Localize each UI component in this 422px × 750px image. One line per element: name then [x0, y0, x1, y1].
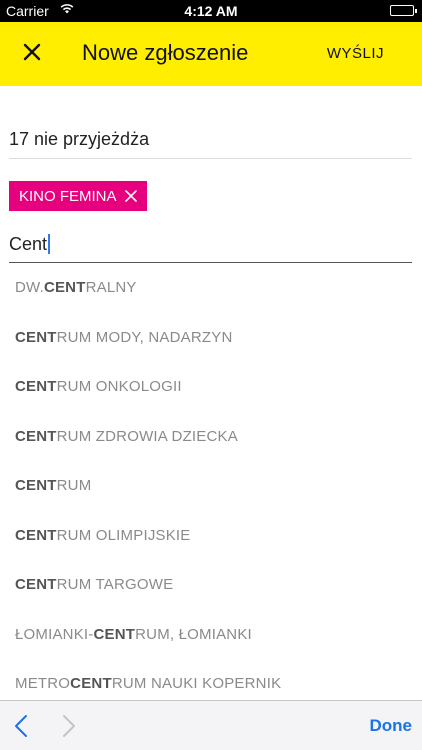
suggestion-item[interactable]: CENT RUM TARGOWE: [0, 560, 422, 610]
search-value: Cent: [9, 233, 48, 254]
suggestion-list: DW. CENT RALNY CENT RUM MODY, NADARZYN CENT RU…: [0, 263, 422, 709]
suggestion-match: CENT: [15, 477, 57, 495]
tag-remove-button[interactable]: [124, 190, 137, 202]
suggestion-item[interactable]: CENT RUM ONKOLOGII: [0, 362, 422, 412]
nav-bar: Nowe zgłoszenie WYŚLIJ: [0, 22, 422, 86]
search-input[interactable]: Cent: [9, 226, 412, 263]
page-title: Nowe zgłoszenie: [82, 40, 249, 65]
suggestion-item[interactable]: ŁOMIANKI- CENT RUM, ŁOMIANKI: [0, 610, 422, 660]
close-icon: [124, 190, 137, 202]
suggestion-match: CENT: [93, 625, 136, 643]
keyboard-toolbar: Done: [0, 700, 422, 750]
done-button[interactable]: Done: [370, 716, 413, 736]
suggestion-item[interactable]: CENT RUM OLIMPIJSKIE: [0, 511, 422, 561]
suggestion-text-after: RUM OLIMPIJSKIE: [56, 526, 191, 544]
location-tag: KINO FEMINA: [9, 181, 147, 211]
suggestion-text-after: RUM MODY, NADARZYN: [56, 328, 233, 346]
suggestion-item[interactable]: DW. CENT RALNY: [0, 263, 422, 313]
suggestion-match: CENT: [15, 526, 57, 544]
suggestion-text-before: DW.: [15, 279, 44, 297]
tag-label: KINO FEMINA: [19, 187, 117, 205]
suggestion-text-after: RUM ZDROWIA DZIECKA: [56, 427, 238, 445]
suggestion-text-after: RUM, ŁOMIANKI: [135, 625, 252, 643]
close-button[interactable]: [14, 36, 50, 72]
battery-icon: [390, 5, 417, 16]
text-caret: [48, 234, 51, 254]
status-bar: Carrier 4:12 AM: [0, 0, 422, 22]
suggestion-text-after: RUM NAUKI KOPERNIK: [111, 675, 282, 693]
suggestion-text-after: RUM: [56, 477, 92, 495]
status-time: 4:12 AM: [184, 3, 238, 19]
chevron-left-icon: [15, 715, 27, 737]
suggestion-text-after: RUM TARGOWE: [56, 576, 174, 594]
suggestion-match: CENT: [15, 328, 57, 346]
suggestion-match: CENT: [43, 279, 86, 297]
chevron-right-icon: [63, 715, 75, 737]
suggestion-match: CENT: [15, 576, 57, 594]
suggestion-item[interactable]: CENT RUM MODY, NADARZYN: [0, 313, 422, 363]
suggestion-item[interactable]: CENT RUM: [0, 461, 422, 511]
suggestion-match: CENT: [70, 675, 112, 693]
suggestion-text-after: RALNY: [85, 279, 137, 297]
suggestion-text-before: METRO: [15, 675, 71, 693]
next-field-button: [62, 714, 76, 743]
suggestion-text-after: RUM ONKOLOGII: [56, 378, 182, 396]
suggestion-match: CENT: [15, 427, 57, 445]
close-icon: [23, 43, 41, 66]
send-button[interactable]: WYŚLIJ: [327, 45, 384, 62]
suggestion-item[interactable]: CENT RUM ZDROWIA DZIECKA: [0, 412, 422, 462]
subject-input[interactable]: 17 nie przyjeżdża: [9, 120, 412, 159]
suggestion-text-before: ŁOMIANKI-: [15, 625, 94, 643]
suggestion-match: CENT: [15, 378, 57, 396]
previous-field-button[interactable]: [14, 714, 28, 743]
